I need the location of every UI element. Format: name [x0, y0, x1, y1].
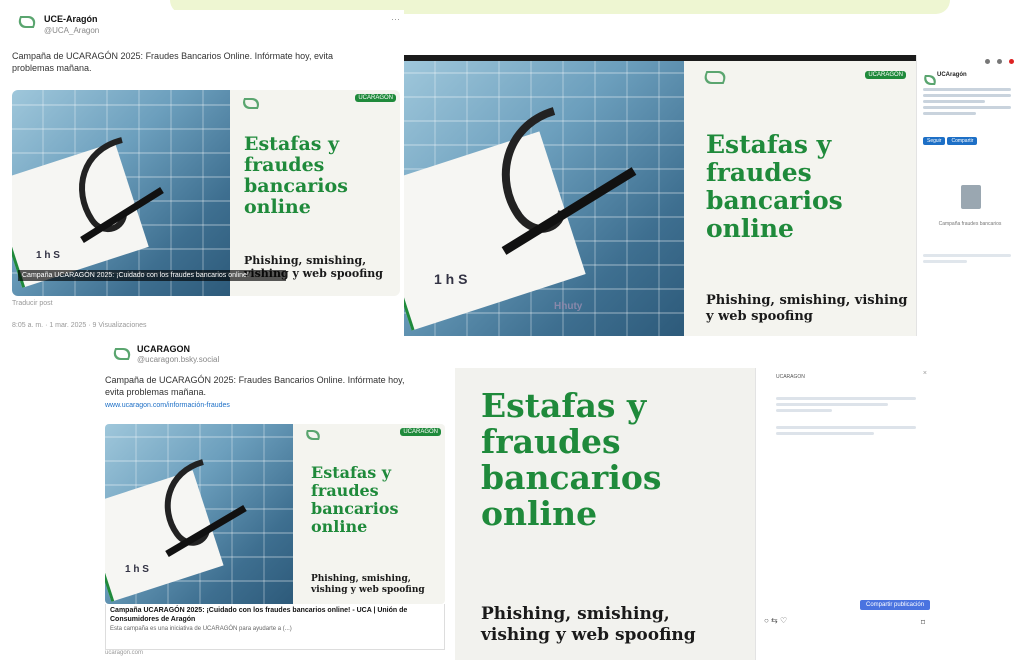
post2-phishing-image: 1 h S — [105, 424, 293, 604]
bigpost-promo-title: Estafas y fraudes bancarios online — [481, 386, 662, 533]
link-card[interactable]: Campaña UCARAGÓN 2025: ¡Cuidado con los … — [105, 604, 445, 650]
bigpost-panel: Estafas y fraudes bancarios online Phish… — [455, 368, 755, 660]
post2-text: Campaña de UCARAGÓN 2025: Fraudes Bancar… — [105, 375, 405, 397]
link-card-title: Campaña UCARAGÓN 2025: ¡Cuidado con los … — [110, 607, 408, 623]
tweet-author-handle[interactable]: @UCA_Aragon — [44, 26, 99, 35]
follow-button[interactable]: Seguir — [923, 137, 946, 145]
post2-author-handle[interactable]: @ucaragon.bsky.social — [137, 355, 219, 364]
tweet-author-name[interactable]: UCE-Aragón — [44, 14, 98, 24]
close-panel-icon[interactable]: × — [923, 370, 927, 377]
post2-brand-chip: UCARAGÓN — [400, 428, 441, 436]
post2-author-name[interactable]: UCARAGON — [137, 344, 190, 354]
menu-icon[interactable] — [1009, 59, 1014, 64]
post2-logo-icon — [303, 430, 323, 440]
post2-promo-title: Estafas y fraudes bancarios online — [311, 463, 399, 536]
sidebar-comment-lines — [923, 251, 1011, 266]
bigpost-sidebar: UCARAGON × Compartir publicación ○ ⇆ ♡ ⌑ — [755, 368, 933, 660]
link-card-domain: ucaragon.com — [105, 650, 144, 656]
document-icon — [961, 185, 981, 209]
tweet-media[interactable]: 1 h S UCARAGÓN Estafas y fraudes bancari… — [12, 90, 400, 296]
avatar-logo-icon — [15, 16, 39, 28]
viewer-card-label: 1 h S — [434, 271, 468, 287]
share-button[interactable]: Compartir — [947, 137, 978, 145]
bigpost-sidebar-name[interactable]: UCARAGON — [776, 374, 805, 380]
brand-chip: UCARAGÓN — [355, 94, 396, 102]
bigpost-promo-subtitle: Phishing, smishing, vishing y web spoofi… — [481, 604, 696, 645]
close-icon[interactable] — [985, 59, 990, 64]
post2-card-label: 1 h S — [125, 564, 149, 575]
post2-media[interactable]: 1 h S UCARAGÓN Estafas y fraudes bancari… — [105, 424, 445, 604]
share-post-button[interactable]: Compartir publicación — [860, 600, 931, 610]
viewer-promo-title: Estafas y fraudes bancarios online — [706, 130, 843, 243]
viewer-phishing-image: 1 h S Hhuty — [404, 61, 684, 336]
phishing-image: 1 h S — [12, 90, 230, 296]
post2-promo-panel: UCARAGÓN Estafas y fraudes bancarios onl… — [293, 424, 445, 604]
bigpost-comment-lines — [776, 394, 916, 438]
bookmark-icon[interactable]: ⌑ — [921, 618, 925, 627]
post2-fishing-hook-icon — [164, 459, 247, 558]
sidebar-name[interactable]: UCAragón — [937, 72, 967, 78]
more-options-icon[interactable]: ⋯ — [391, 14, 400, 25]
promo-panel: UCARAGÓN Estafas y fraudes bancarios onl… — [230, 90, 400, 296]
fishing-hook-icon — [79, 137, 164, 243]
post2-link[interactable]: www.ucaragon.com/información-fraudes — [105, 402, 230, 409]
image-viewer-panel: 1 h S Hhuty UCARAGÓN Estafas y fraudes b… — [404, 55, 916, 336]
tweet-translate-link[interactable]: Traducir post — [12, 300, 53, 307]
tweet-text: Campaña de UCARAGÓN 2025: Fraudes Bancar… — [12, 51, 333, 73]
card-label: 1 h S — [36, 250, 60, 261]
post2-promo-subtitle: Phishing, smishing, vishing y web spoofi… — [311, 574, 425, 595]
tweet-footer: 8:05 a. m. · 1 mar. 2025 · 9 Visualizaci… — [12, 322, 147, 329]
ucaragon-logo-icon — [239, 98, 263, 109]
viewer-promo-panel: UCARAGÓN Estafas y fraudes bancarios onl… — [684, 61, 916, 336]
promo-title: Estafas y fraudes bancarios online — [244, 133, 348, 218]
link-card-desc: Esta campaña es una iniciativa de UCARAG… — [110, 626, 292, 632]
viewer-fishing-hook-icon — [501, 107, 637, 255]
viewer-logo-icon — [701, 71, 729, 84]
tweet-panel-1: UCE-Aragón @UCA_Aragon ⋯ Campaña de UCAR… — [8, 10, 404, 340]
post2-avatar-icon — [110, 348, 134, 360]
share-icon[interactable] — [997, 59, 1002, 64]
viewer-card-text: Hhuty — [554, 301, 583, 312]
reply-icon[interactable]: ○ ⇆ ♡ — [764, 616, 787, 625]
tweet-panel-2: UCARAGON @ucaragon.bsky.social Campaña d… — [103, 340, 448, 658]
sidebar-text-lines — [923, 85, 1011, 118]
viewer-sidebar: UCAragón Seguir Compartir Campaña fraudes… — [916, 55, 1017, 336]
sidebar-buttons: Seguir Compartir — [923, 129, 979, 147]
document-caption: Campaña fraudes bancarios — [938, 221, 1002, 227]
viewer-brand-chip: UCARAGÓN — [865, 71, 906, 79]
viewer-promo-subtitle: Phishing, smishing, vishing y web spoofi… — [706, 293, 908, 324]
image-caption: Campaña UCARAGÓN 2025: ¡Cuidado con los … — [18, 270, 286, 281]
